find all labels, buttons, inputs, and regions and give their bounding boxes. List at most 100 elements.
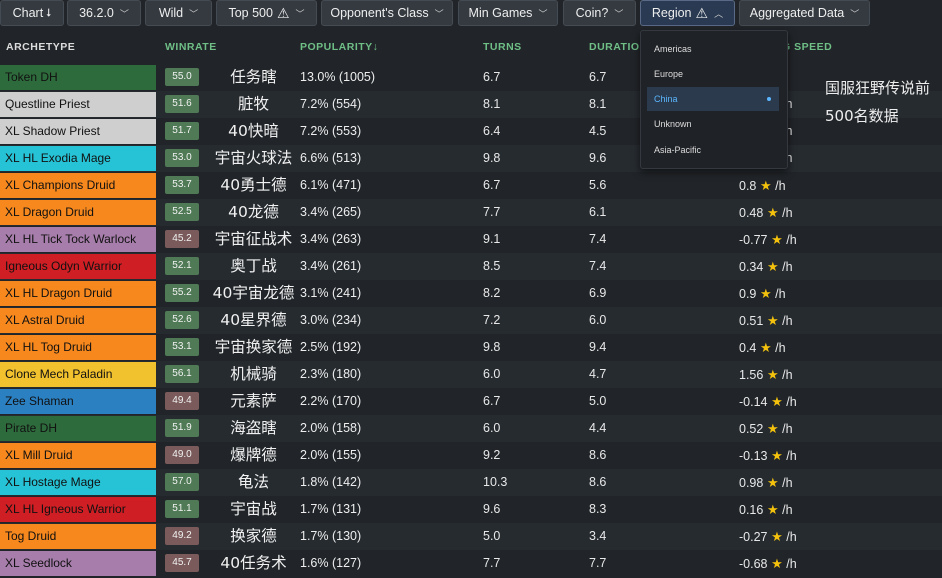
star-icon: ★ xyxy=(763,421,779,436)
chevron-down-icon: ﹀ xyxy=(850,8,860,19)
duration-value: 9.4 xyxy=(589,340,607,354)
per-hour-unit: /h xyxy=(778,368,793,382)
archetype-name[interactable]: XL HL Igneous Warrior xyxy=(0,497,156,522)
header-popularity[interactable]: POPULARITY↓ xyxy=(300,41,378,53)
archetype-name[interactable]: XL Champions Druid xyxy=(0,173,156,198)
format-select[interactable]: Wild ﹀ xyxy=(145,0,212,26)
min-games-label: Min Games xyxy=(468,6,533,20)
popularity-value: 3.4% (265) xyxy=(300,205,362,219)
chevron-down-icon: ﹀ xyxy=(434,8,444,19)
speed-value: 0.9 xyxy=(739,287,757,301)
climbing-speed: -0.27 ★ /h xyxy=(739,523,797,551)
archetype-name[interactable]: XL Mill Druid xyxy=(0,443,156,468)
archetype-name[interactable]: Igneous Odyn Warrior xyxy=(0,254,156,279)
duration-value: 4.5 xyxy=(589,124,607,138)
archetype-name[interactable]: Token DH xyxy=(0,65,156,90)
region-option-unknown[interactable]: Unknown xyxy=(647,112,779,136)
table-row[interactable]: Clone Mech Paladin 56.1 机械骑 2.3% (180) 6.0 4.… xyxy=(0,361,942,388)
chinese-deck-name: 40任务术 xyxy=(220,554,287,572)
turns-value: 9.8 xyxy=(483,151,501,165)
coin-select[interactable]: Coin? ﹀ xyxy=(563,0,636,26)
min-games-select[interactable]: Min Games ﹀ xyxy=(458,0,558,26)
archetype-name[interactable]: XL Dragon Druid xyxy=(0,200,156,225)
archetype-name[interactable]: XL Shadow Priest xyxy=(0,119,156,144)
region-option-europe[interactable]: Europe xyxy=(647,62,779,86)
turns-value: 9.6 xyxy=(483,502,501,516)
table-row[interactable]: XL HL Tick Tock Warlock 45.2 宇宙征战术 3.4% (26… xyxy=(0,226,942,253)
star-icon: ★ xyxy=(767,448,783,463)
table-row[interactable]: XL HL Exodia Mage 53.0 宇宙火球法 6.6% (513) 9.8 9… xyxy=(0,145,942,172)
popularity-value: 2.0% (155) xyxy=(300,448,362,462)
opponent-class-select[interactable]: Opponent's Class ﹀ xyxy=(321,0,453,26)
table-row[interactable]: XL Dragon Druid 52.5 40龙德 3.4% (265) 7.7 6.1 0… xyxy=(0,199,942,226)
table-row[interactable]: Token DH 55.0 任务瞎 13.0% (1005) 6.7 6.7 xyxy=(0,64,942,91)
option-label: Europe xyxy=(654,69,684,79)
turns-value: 7.2 xyxy=(483,313,501,327)
star-icon: ★ xyxy=(767,394,783,409)
version-select[interactable]: 36.2.0 ﹀ xyxy=(67,0,141,26)
table-row[interactable]: XL HL Tog Druid 53.1 宇宙换家德 2.5% (192) 9.8 9.4… xyxy=(0,334,942,361)
table-row[interactable]: XL Astral Druid 52.6 40星界德 3.0% (234) 7.2 6.0… xyxy=(0,307,942,334)
table-row[interactable]: Questline Priest51.6脏牧7.2% (554)8.18.1/h xyxy=(0,91,942,118)
table-row[interactable]: XL Shadow Priest 51.7 40快暗 7.2% (553) 6.4 4.5… xyxy=(0,118,942,145)
side-note-line2: 500名数据 xyxy=(825,107,899,125)
archetype-name[interactable]: XL Seedlock xyxy=(0,551,156,576)
archetype-name[interactable]: Pirate DH xyxy=(0,416,156,441)
table-row[interactable]: XL Hostage Mage 57.0 龟法 1.8% (142) 10.3 8.6 0.… xyxy=(0,469,942,496)
region-option-asia-pacific[interactable]: Asia-Pacific xyxy=(647,138,779,162)
winrate-badge: 49.2 xyxy=(165,527,199,545)
region-label: Region xyxy=(651,6,692,20)
turns-value: 6.7 xyxy=(483,70,501,84)
climbing-speed: 0.8 ★ /h xyxy=(739,172,786,200)
archetype-name[interactable]: Tog Druid xyxy=(0,524,156,549)
popularity-value: 1.7% (130) xyxy=(300,529,362,543)
opponent-label: Opponent's Class xyxy=(330,6,429,20)
per-hour-unit: /h xyxy=(778,476,793,490)
star-icon: ★ xyxy=(763,367,779,382)
rank-select[interactable]: Top 500 ⚠ ﹀ xyxy=(216,0,317,26)
header-climbing-speed[interactable]: G SPEED xyxy=(782,41,832,53)
popularity-value: 3.4% (263) xyxy=(300,232,362,246)
aggregated-data-select[interactable]: Aggregated Data ﹀ xyxy=(739,0,870,26)
turns-value: 5.0 xyxy=(483,529,501,543)
per-hour-unit: /h xyxy=(782,233,797,247)
table-row[interactable]: Igneous Odyn Warrior 52.1 奥丁战 3.4% (261) 8.5… xyxy=(0,253,942,280)
header-winrate[interactable]: WINRATE xyxy=(165,41,217,53)
star-icon: ★ xyxy=(763,205,779,220)
table-row[interactable]: Zee Shaman 49.4 元素萨 2.2% (170) 6.7 5.0 -0.14 ★… xyxy=(0,388,942,415)
table-row[interactable]: XL HL Dragon Druid 55.2 40宇宙龙德 3.1% (241) 8.… xyxy=(0,280,942,307)
popularity-value: 2.5% (192) xyxy=(300,340,362,354)
popularity-value: 2.0% (158) xyxy=(300,421,362,435)
region-select[interactable]: Region ⚠ ︿ xyxy=(640,0,735,26)
chart-button[interactable]: Chart ⭣ xyxy=(0,0,64,26)
winrate-badge: 53.0 xyxy=(165,149,199,167)
table-row[interactable]: XL HL Igneous Warrior 51.1 宇宙战 1.7% (131) 9.… xyxy=(0,496,942,523)
archetype-name[interactable]: XL HL Dragon Druid xyxy=(0,281,156,306)
region-option-china[interactable]: China xyxy=(647,87,779,111)
region-option-americas[interactable]: Americas xyxy=(647,37,779,61)
per-hour-unit: /h xyxy=(771,179,786,193)
duration-value: 4.4 xyxy=(589,421,607,435)
archetype-name[interactable]: XL Hostage Mage xyxy=(0,470,156,495)
table-row[interactable]: XL Seedlock 45.7 40任务术 1.6% (127) 7.7 7.7 -0.6… xyxy=(0,550,942,577)
per-hour-unit: /h xyxy=(782,530,797,544)
header-duration[interactable]: DURATIO xyxy=(589,41,640,53)
archetype-name[interactable]: XL HL Tick Tock Warlock xyxy=(0,227,156,252)
table-row[interactable]: Pirate DH 51.9 海盗瞎 2.0% (158) 6.0 4.4 0.52 ★ /… xyxy=(0,415,942,442)
star-icon: ★ xyxy=(767,556,783,571)
header-turns[interactable]: TURNS xyxy=(483,41,522,53)
archetype-name[interactable]: Zee Shaman xyxy=(0,389,156,414)
popularity-value: 7.2% (553) xyxy=(300,124,362,138)
archetype-name[interactable]: Clone Mech Paladin xyxy=(0,362,156,387)
archetype-name[interactable]: XL Astral Druid xyxy=(0,308,156,333)
archetype-name[interactable]: XL HL Exodia Mage xyxy=(0,146,156,171)
table-row[interactable]: XL Mill Druid 49.0 爆牌德 2.0% (155) 9.2 8.6 -0.1… xyxy=(0,442,942,469)
speed-value: 0.52 xyxy=(739,422,764,436)
speed-value: -0.27 xyxy=(739,530,768,544)
table-row[interactable]: XL Champions Druid 53.7 40勇士德 6.1% (471) 6.7… xyxy=(0,172,942,199)
header-archetype[interactable]: ARCHETYPE xyxy=(6,41,75,53)
archetype-name[interactable]: XL HL Tog Druid xyxy=(0,335,156,360)
chevron-down-icon: ﹀ xyxy=(119,8,129,19)
archetype-name[interactable]: Questline Priest xyxy=(0,92,156,117)
table-row[interactable]: Tog Druid 49.2 换家德 1.7% (130) 5.0 3.4 -0.27 ★ … xyxy=(0,523,942,550)
